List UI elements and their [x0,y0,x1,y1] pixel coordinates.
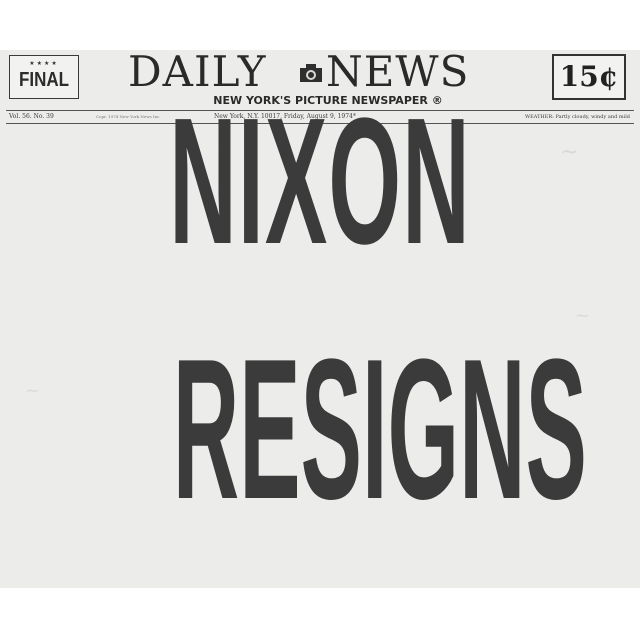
newspaper-front-page: ★★★★ FINAL DAILY NEWS NEW YORK'S PICTURE… [0,50,640,588]
volume-number: Vol. 56. No. 39 [9,113,54,120]
weather-report: WEATHER: Partly cloudy, windy and mild [524,114,630,120]
edition-stars: ★★★★ [29,60,59,67]
copyright-small-print: Copr. 1974 New York News Inc. [96,114,161,119]
page: ★★★★ FINAL DAILY NEWS NEW YORK'S PICTURE… [0,0,640,640]
headline-line-1: NIXON [169,81,471,282]
final-label: FINAL [18,69,70,91]
final-edition-box: ★★★★ FINAL [9,55,79,99]
show-through-mark: ~ [25,380,41,401]
show-through-mark: ~ [560,140,579,165]
price-box: 15¢ [552,54,626,100]
price-label: 15¢ [559,60,619,93]
headline-line-2: RESIGNS [172,318,587,541]
